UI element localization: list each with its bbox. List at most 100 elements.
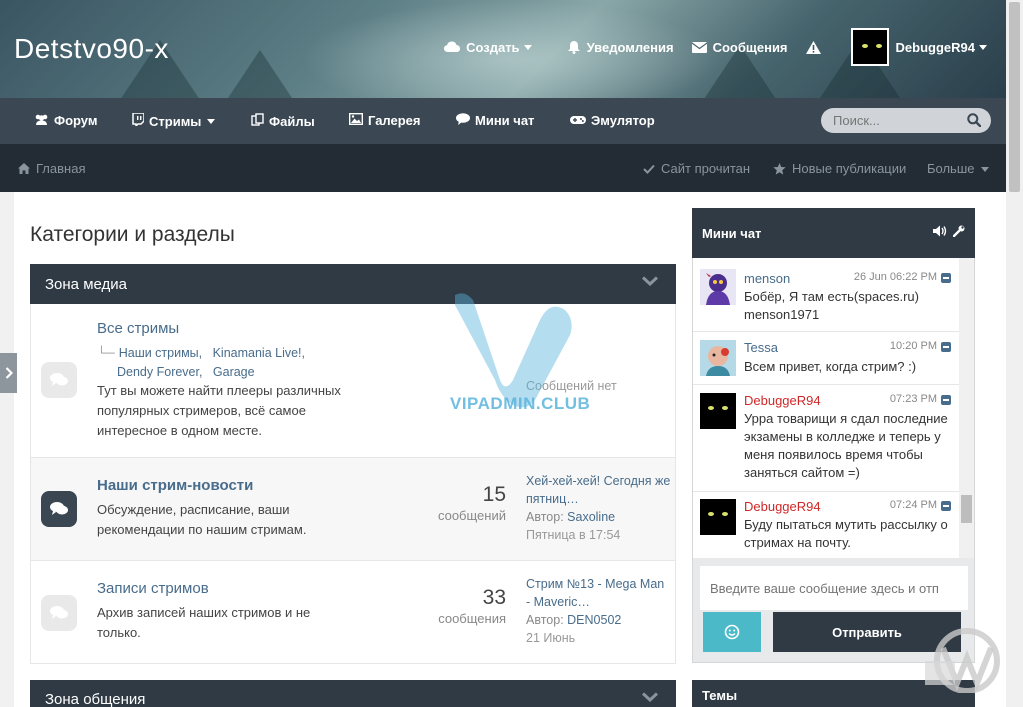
wrench-icon[interactable] [953, 225, 965, 237]
create-label: Создать [466, 39, 520, 55]
chat-username[interactable]: menson [744, 271, 790, 286]
messages-label: Сообщения [712, 39, 788, 55]
nav-item-streams[interactable]: Стримы [132, 112, 216, 129]
avatar[interactable] [700, 269, 736, 305]
caret-down-icon [207, 119, 216, 124]
last-post-time: 21 Июнь [526, 631, 576, 645]
minichat-title: Мини чат [702, 226, 762, 241]
subforum-link[interactable]: Dendy Forever, [117, 365, 202, 379]
user-nav: Создать Уведомления Сообщения DebuggeR94 [426, 28, 988, 66]
breadcrumb-home[interactable]: Главная [18, 161, 85, 176]
chat-scrollbar-thumb[interactable] [961, 495, 972, 523]
new-posts-label: Новые публикации [792, 161, 907, 176]
watermark-text: VIPADMIN.CLUB [450, 394, 591, 413]
more-menu[interactable]: Больше [927, 161, 990, 176]
chevron-down-icon[interactable] [642, 276, 658, 286]
wordpress-watermark-icon [925, 628, 1000, 693]
forum-stats: 33 сообщения [426, 586, 506, 628]
messages-link[interactable]: Сообщения [691, 39, 788, 55]
nav-item-label: Файлы [269, 113, 315, 129]
chat-time: 26 Jun 06:22 PM [853, 271, 937, 283]
warning-link[interactable] [805, 40, 821, 54]
forum-title[interactable]: Все стримы [97, 320, 179, 337]
chat-message: Tessa 10:20 PM Всем привет, когда стрим?… [693, 332, 959, 385]
forum-unread-icon [41, 491, 77, 527]
chat-scrollbar[interactable] [959, 258, 974, 558]
message-count: 15 [482, 483, 506, 506]
forum-description: Тут вы можете найти плееры различных поп… [97, 383, 341, 438]
breadcrumb-home-label: Главная [36, 161, 86, 176]
caret-down-icon [979, 45, 987, 50]
check-icon [643, 164, 655, 174]
username: DebuggeR94 [895, 39, 975, 55]
create-menu[interactable]: Создать [444, 40, 532, 55]
page-scrollbar-thumb[interactable] [1009, 2, 1020, 192]
caret-down-icon [980, 166, 989, 172]
last-post-author-label: Автор: [526, 510, 564, 524]
mark-site-read-label: Сайт прочитан [661, 161, 751, 176]
nav-item-label: Форум [54, 113, 98, 128]
caret-down-icon [523, 45, 532, 50]
volume-icon[interactable] [933, 225, 947, 237]
chat-message: DebuggeR94 07:24 PM Буду пытаться мутить… [693, 492, 959, 558]
nav-item-gallery[interactable]: Галерея [348, 112, 421, 128]
page-scrollbar[interactable] [1006, 0, 1023, 707]
bell-icon [567, 41, 580, 54]
cloud-icon [444, 41, 461, 52]
last-post-title[interactable]: Стрим №13 - Mega Man - Maveric… [526, 575, 671, 611]
chevron-right-icon [5, 367, 13, 379]
nav-item-minichat[interactable]: Мини чат [456, 113, 534, 128]
delete-icon[interactable] [941, 395, 951, 405]
last-post-author[interactable]: DEN0502 [567, 613, 621, 627]
nav-item-forum[interactable]: Форум [34, 113, 97, 128]
delete-icon[interactable] [941, 501, 951, 511]
chat-message-input[interactable] [700, 566, 968, 610]
chat-username[interactable]: DebuggeR94 [744, 393, 821, 408]
gamepad-icon [570, 114, 586, 128]
message-count-label: сообщений [437, 508, 506, 523]
site-header: Detstvo90-x Создать Уведомления Сообщени… [0, 0, 1006, 98]
forum-title[interactable]: Записи стримов [97, 580, 209, 597]
message-count: 33 [482, 586, 506, 609]
avatar[interactable] [700, 499, 736, 535]
category-header[interactable]: Зона общения [30, 680, 676, 707]
search-icon[interactable] [967, 113, 981, 127]
mark-site-read[interactable]: Сайт прочитан [643, 161, 750, 176]
chevron-down-icon[interactable] [642, 692, 658, 702]
new-posts-link[interactable]: Новые публикации [773, 161, 906, 176]
last-post: Стрим №13 - Mega Man - Maveric… Автор: D… [526, 575, 671, 647]
chat-text: Урра товарищи я сдал последние экзамены … [744, 411, 948, 480]
notifications-link[interactable]: Уведомления [567, 40, 674, 55]
chat-time: 07:23 PM [889, 393, 937, 405]
site-title[interactable]: Detstvo90-x [14, 33, 169, 65]
chat-username[interactable]: Tessa [744, 340, 778, 355]
chat-message: menson 26 Jun 06:22 PM Бобёр, Я там есть… [693, 258, 959, 332]
subforum-link[interactable]: Наши стримы, [119, 346, 202, 360]
subforum-link[interactable]: Garage [213, 365, 255, 379]
forum-title[interactable]: Наши стрим-новости [97, 477, 253, 494]
search-box [821, 108, 991, 133]
last-post-author[interactable]: Saxoline [567, 510, 615, 524]
minichat-messages: menson 26 Jun 06:22 PM Бобёр, Я там есть… [693, 258, 959, 558]
forum-description: Обсуждение, расписание, ваши рекомендаци… [97, 502, 307, 537]
search-input[interactable] [821, 108, 961, 133]
delete-icon[interactable] [941, 273, 951, 283]
star-icon [773, 162, 786, 175]
smile-icon [724, 624, 740, 640]
nav-item-emulator[interactable]: Эмулятор [570, 113, 655, 128]
users-icon [34, 114, 49, 128]
avatar[interactable] [700, 340, 736, 376]
delete-icon[interactable] [941, 342, 951, 352]
files-icon [251, 113, 264, 129]
subforum-link[interactable]: Kinamania Live!, [213, 346, 305, 360]
warning-icon [805, 40, 821, 54]
last-post-title[interactable]: Хей-хей-хей! Сегодня же пятниц… [526, 472, 671, 508]
last-post-time: Пятница в 17:54 [526, 528, 621, 542]
sidebar-toggle[interactable] [0, 353, 17, 393]
chat-time: 07:24 PM [889, 499, 937, 511]
emoji-button[interactable] [703, 612, 761, 652]
chat-username[interactable]: DebuggeR94 [744, 499, 821, 514]
avatar[interactable] [700, 393, 736, 429]
user-menu[interactable]: DebuggeR94 [850, 28, 988, 66]
nav-item-files[interactable]: Файлы [251, 113, 315, 129]
